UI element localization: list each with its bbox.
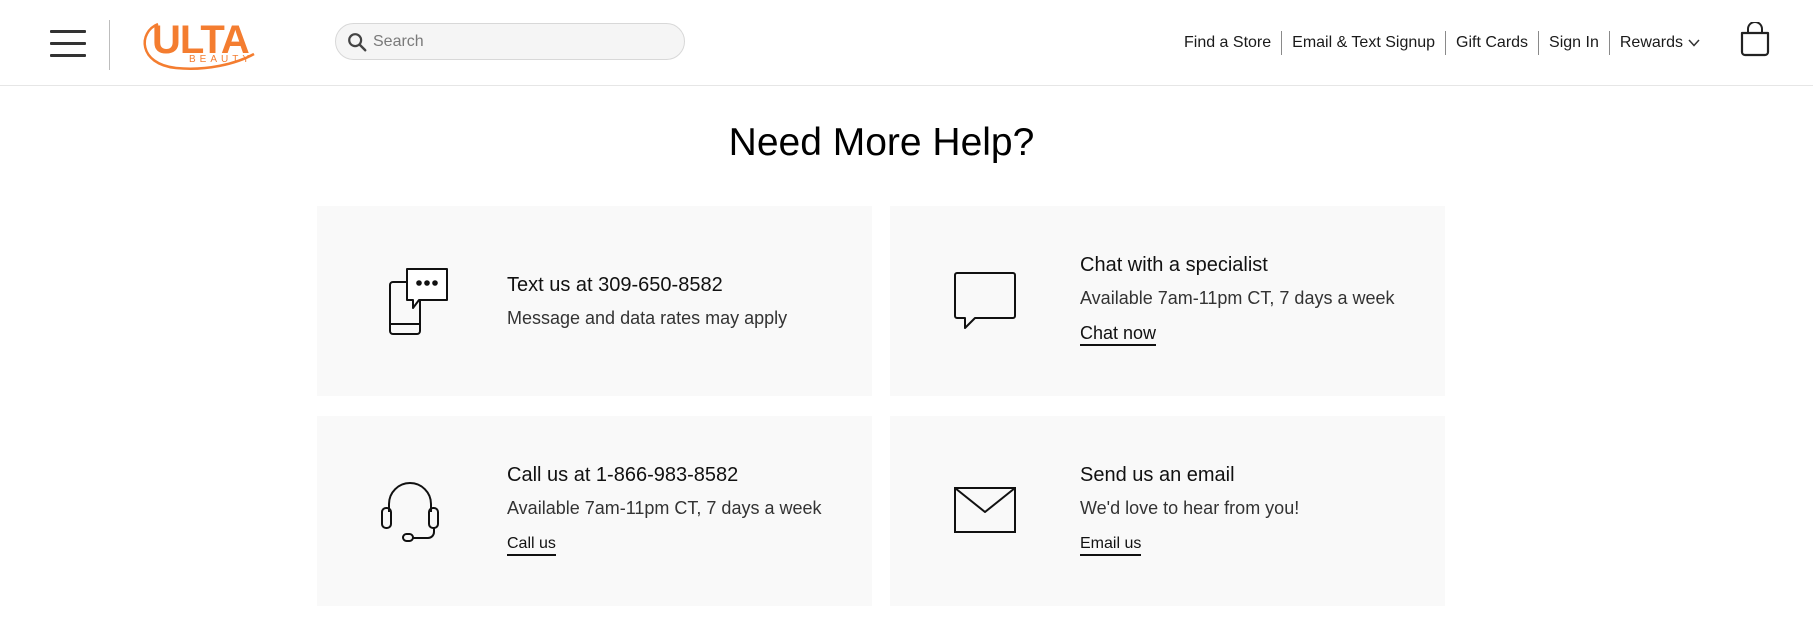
site-header: ULTA BEAUTY Find a Store Email & Text Si… <box>0 0 1813 86</box>
help-card-text: Text us at 309-650-8582 Message and data… <box>317 206 872 396</box>
card-description: We'd love to hear from you! <box>1080 498 1300 518</box>
page-title: Need More Help? <box>728 121 1035 164</box>
call-us-link[interactable]: Call us <box>507 534 556 556</box>
nav-rewards-label: Rewards <box>1619 34 1683 51</box>
nav-email-text-signup[interactable]: Email & Text Signup <box>1282 31 1447 55</box>
card-heading: Chat with a specialist <box>1080 254 1268 276</box>
envelope-icon <box>954 487 1016 533</box>
shopping-bag-icon[interactable] <box>1739 22 1771 58</box>
hamburger-menu-icon[interactable] <box>50 28 88 60</box>
headset-icon <box>381 482 439 542</box>
search-input[interactable] <box>373 30 673 54</box>
top-nav: Find a Store Email & Text Signup Gift Ca… <box>1174 30 1701 56</box>
chat-bubble-icon <box>954 272 1016 329</box>
chevron-down-icon <box>1688 39 1700 47</box>
card-heading: Call us at 1-866-983-8582 <box>507 464 739 486</box>
email-us-link[interactable]: Email us <box>1080 534 1142 556</box>
card-description: Message and data rates may apply <box>507 308 788 328</box>
card-description: Available 7am-11pm CT, 7 days a week <box>507 498 822 518</box>
phone-text-icon <box>389 268 448 335</box>
logo-subtext: BEAUTY <box>189 54 254 65</box>
card-description: Available 7am-11pm CT, 7 days a week <box>1080 288 1395 308</box>
ulta-logo[interactable]: ULTA BEAUTY <box>136 18 266 74</box>
nav-rewards[interactable]: Rewards <box>1610 31 1701 55</box>
search-icon <box>348 33 367 52</box>
search-box[interactable] <box>335 23 685 60</box>
help-card-call: Call us at 1-866-983-8582 Available 7am-… <box>317 416 872 606</box>
nav-find-store[interactable]: Find a Store <box>1174 31 1283 55</box>
help-card-email: Send us an email We'd love to hear from … <box>890 416 1445 606</box>
nav-gift-cards[interactable]: Gift Cards <box>1446 31 1540 55</box>
card-heading: Text us at 309-650-8582 <box>507 274 723 296</box>
nav-sign-in[interactable]: Sign In <box>1539 31 1610 55</box>
chat-now-link[interactable]: Chat now <box>1080 322 1157 346</box>
help-card-chat: Chat with a specialist Available 7am-11p… <box>890 206 1445 396</box>
card-heading: Send us an email <box>1080 464 1235 486</box>
header-divider <box>109 20 110 70</box>
